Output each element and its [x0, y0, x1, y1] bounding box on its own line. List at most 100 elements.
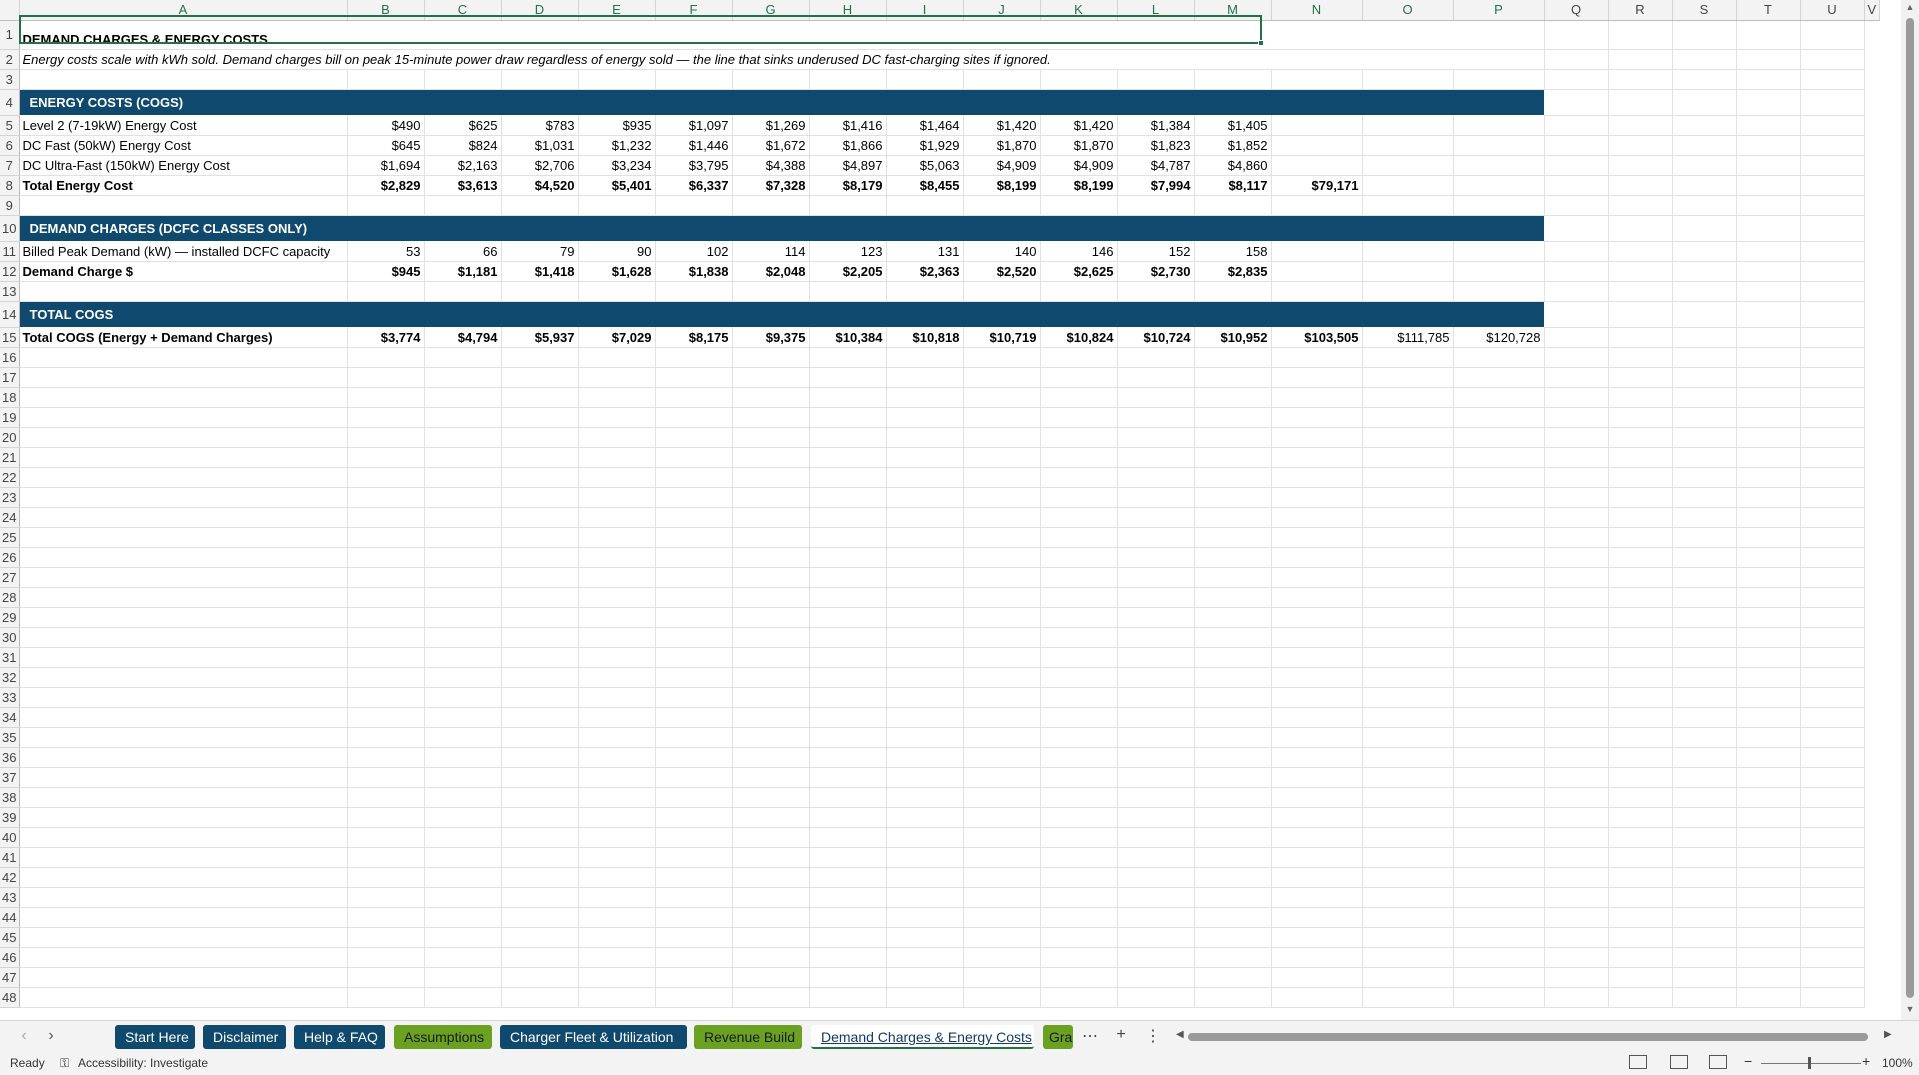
cell[interactable]	[578, 447, 656, 468]
row-header-16[interactable]: 16	[0, 347, 20, 368]
cell[interactable]	[1672, 215, 1737, 242]
cell[interactable]	[732, 407, 810, 428]
cell[interactable]	[1117, 347, 1195, 368]
cell[interactable]	[1672, 155, 1737, 176]
cell[interactable]	[732, 507, 810, 528]
row-header-35[interactable]: 35	[0, 727, 20, 748]
cell[interactable]	[886, 747, 964, 768]
row-header-12[interactable]: 12	[0, 261, 20, 282]
demand_charge-value[interactable]: $2,625	[1040, 261, 1118, 282]
cell[interactable]	[963, 367, 1041, 388]
cell[interactable]	[19, 407, 348, 428]
column-header-j[interactable]: J	[963, 0, 1041, 21]
cell[interactable]	[1040, 727, 1118, 748]
cell[interactable]	[501, 367, 579, 388]
cell[interactable]	[886, 69, 964, 90]
cell[interactable]	[1040, 947, 1118, 968]
total-cogs-p[interactable]: $120,728	[1453, 327, 1545, 348]
cell[interactable]	[1608, 587, 1673, 608]
cell[interactable]	[1453, 387, 1545, 408]
cell[interactable]	[1736, 407, 1801, 428]
cell[interactable]	[501, 487, 579, 508]
cell[interactable]	[424, 587, 502, 608]
cell[interactable]	[1544, 687, 1609, 708]
cell[interactable]	[1271, 135, 1363, 156]
scroll-left-icon[interactable]: ◀	[1176, 1029, 1184, 1040]
cell[interactable]	[1672, 767, 1737, 788]
cell[interactable]	[1736, 587, 1801, 608]
accessibility-status[interactable]: Accessibility: Investigate	[78, 1056, 208, 1070]
cell[interactable]	[655, 587, 733, 608]
cell[interactable]	[1362, 967, 1454, 988]
cell[interactable]	[19, 727, 348, 748]
total_energy-value[interactable]: $6,337	[655, 175, 733, 196]
cell[interactable]	[347, 69, 425, 90]
cell[interactable]	[963, 747, 1041, 768]
column-header-c[interactable]: C	[424, 0, 502, 21]
cell[interactable]	[655, 907, 733, 928]
cell[interactable]	[424, 987, 502, 1008]
cell[interactable]	[1608, 281, 1673, 302]
cell[interactable]	[1672, 407, 1737, 428]
cell[interactable]	[1672, 587, 1737, 608]
cell[interactable]	[1736, 487, 1801, 508]
row-label-demand-charge[interactable]: Demand Charge $	[19, 261, 348, 282]
cell[interactable]	[1736, 175, 1801, 196]
cell[interactable]	[809, 727, 887, 748]
cell[interactable]	[655, 607, 733, 628]
cell[interactable]	[1800, 387, 1865, 408]
total_energy-value[interactable]: $2,829	[347, 175, 425, 196]
cell[interactable]	[424, 527, 502, 548]
cell[interactable]	[1800, 767, 1865, 788]
add-sheet-icon[interactable]: +	[1110, 1026, 1132, 1044]
cell[interactable]	[1672, 627, 1737, 648]
cell[interactable]	[1800, 567, 1865, 588]
l2-value[interactable]: $1,416	[809, 115, 887, 136]
cell[interactable]	[655, 195, 733, 216]
cell[interactable]	[732, 767, 810, 788]
cell[interactable]	[1271, 547, 1363, 568]
cell[interactable]	[1544, 69, 1609, 90]
row-label-dc-ultra-fast[interactable]: DC Ultra-Fast (150kW) Energy Cost	[19, 155, 348, 176]
cell[interactable]	[963, 427, 1041, 448]
cell[interactable]	[1800, 527, 1865, 548]
cell[interactable]	[578, 907, 656, 928]
cell[interactable]	[963, 447, 1041, 468]
cell[interactable]	[578, 69, 656, 90]
cell[interactable]	[1800, 487, 1865, 508]
cell[interactable]	[1194, 947, 1272, 968]
total_cogs-value[interactable]: $10,952	[1194, 327, 1272, 348]
cell[interactable]	[1544, 215, 1609, 242]
row-header-36[interactable]: 36	[0, 747, 20, 768]
cell[interactable]	[963, 487, 1041, 508]
row-header-21[interactable]: 21	[0, 447, 20, 468]
cell[interactable]	[1544, 447, 1609, 468]
cell[interactable]	[1453, 587, 1545, 608]
cell[interactable]	[1544, 327, 1609, 348]
dcfast-value[interactable]: $824	[424, 135, 502, 156]
cell[interactable]	[963, 527, 1041, 548]
cell[interactable]	[1544, 667, 1609, 688]
cell[interactable]	[19, 967, 348, 988]
cell[interactable]	[1040, 69, 1118, 90]
cell[interactable]	[578, 887, 656, 908]
cell[interactable]	[1194, 195, 1272, 216]
cell[interactable]	[1736, 887, 1801, 908]
cell[interactable]	[1544, 907, 1609, 928]
row-header-31[interactable]: 31	[0, 647, 20, 668]
zoom-slider[interactable]	[1761, 1063, 1861, 1064]
cell[interactable]	[1672, 487, 1737, 508]
row-header-19[interactable]: 19	[0, 407, 20, 428]
cell[interactable]	[1736, 747, 1801, 768]
cell[interactable]	[963, 407, 1041, 428]
cell[interactable]	[1608, 927, 1673, 948]
vertical-scroll-thumb[interactable]	[1906, 18, 1914, 998]
cell[interactable]	[1736, 667, 1801, 688]
cell[interactable]	[886, 487, 964, 508]
cell[interactable]	[578, 927, 656, 948]
cell[interactable]	[1544, 135, 1609, 156]
cell[interactable]	[424, 627, 502, 648]
cell[interactable]	[809, 907, 887, 928]
ultra-value[interactable]: $4,860	[1194, 155, 1272, 176]
cell[interactable]	[1271, 927, 1363, 948]
